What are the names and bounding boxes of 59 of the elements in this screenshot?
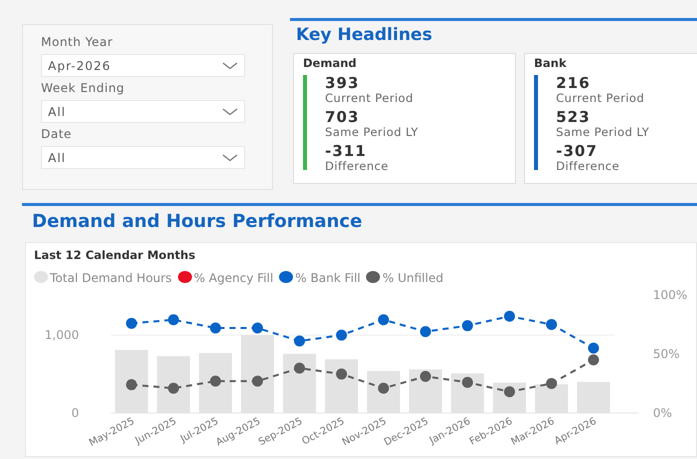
axis-label: 0% (653, 406, 672, 420)
filter-label: Month Year (41, 34, 114, 50)
data-point (378, 382, 389, 394)
data-point (420, 326, 431, 338)
axis-label: 1,000 (44, 328, 79, 342)
legend-label: Total Demand Hours (50, 271, 172, 286)
data-point (294, 362, 305, 374)
data-point (462, 377, 473, 388)
card-title: Demand (303, 55, 358, 72)
metric-label: Same Period LY (325, 126, 418, 140)
metric-value: -311 (325, 143, 368, 160)
data-point (588, 354, 599, 366)
data-point (504, 311, 515, 322)
metric-value: 393 (325, 75, 360, 92)
data-point (210, 322, 221, 334)
data-point (546, 378, 557, 390)
metric-value: 216 (556, 75, 592, 92)
filter-label: Week Ending (41, 80, 126, 96)
metric-label: Difference (325, 160, 390, 174)
data-point (378, 314, 389, 326)
data-point (546, 319, 557, 330)
metric-label: Current Period (325, 92, 414, 106)
metric-label: Difference (556, 160, 620, 174)
card-title: Bank (534, 55, 568, 72)
axis-label: 0 (71, 406, 79, 420)
chart-title: Last 12 Calendar Months (34, 247, 196, 264)
metric-value: -307 (556, 143, 599, 160)
metric-value: 703 (325, 109, 360, 126)
data-point (420, 371, 431, 382)
data-point (168, 382, 179, 394)
filter-dropdown[interactable]: All (41, 146, 245, 169)
section-title: Demand and Hours Performance (32, 211, 364, 233)
filter-dropdown[interactable]: Apr-2026 (41, 54, 245, 77)
data-point (168, 314, 179, 326)
metric-value: 523 (556, 109, 592, 126)
data-point (336, 368, 347, 380)
axis-label: 100% (653, 288, 688, 302)
data-point (252, 376, 263, 387)
caret-icon (222, 108, 238, 116)
data-point (294, 336, 305, 347)
caret-icon (222, 154, 238, 162)
filter-label: Date (41, 126, 73, 142)
data-point (126, 379, 137, 390)
data-point (462, 320, 473, 332)
data-point (504, 386, 515, 398)
data-point (126, 318, 137, 330)
legend-label: % Unfilled (382, 271, 444, 286)
data-point (588, 342, 599, 354)
axis-label: 50% (653, 347, 680, 362)
data-point (336, 330, 347, 341)
data-point (210, 376, 221, 387)
caret-icon (222, 62, 238, 70)
legend-label: % Bank Fill (295, 271, 360, 286)
data-point (252, 322, 263, 334)
legend-label: % Agency Fill (194, 271, 274, 286)
metric-label: Current Period (556, 92, 646, 106)
section-title: Key Headlines (296, 24, 434, 46)
filter-dropdown[interactable]: All (41, 100, 245, 123)
metric-label: Same Period LY (556, 126, 650, 140)
